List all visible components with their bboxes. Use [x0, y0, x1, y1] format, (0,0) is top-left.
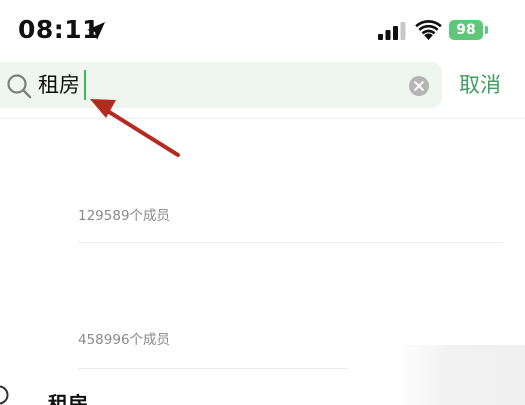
cellular-signal-icon — [378, 22, 406, 40]
result-title[interactable]: 租房 — [48, 388, 88, 405]
list-divider — [78, 368, 348, 369]
search-icon — [7, 74, 32, 99]
search-input[interactable]: 租房 — [38, 69, 80, 101]
battery-cap — [485, 26, 488, 34]
list-divider — [78, 242, 503, 243]
location-arrow-icon — [87, 22, 105, 40]
search-icon — [0, 385, 9, 405]
member-count: 458996个成员 — [78, 332, 171, 348]
status-bar: 08:11 98 — [0, 0, 525, 58]
battery-indicator: 98 — [449, 20, 489, 40]
cancel-button[interactable]: 取消 — [459, 68, 501, 102]
blurred-area — [395, 345, 525, 405]
search-box[interactable]: 租房 — [0, 62, 442, 108]
text-cursor — [84, 70, 86, 100]
search-divider — [0, 118, 525, 119]
battery-level: 98 — [456, 22, 476, 38]
member-count: 129589个成员 — [78, 208, 171, 224]
wifi-icon — [415, 20, 442, 40]
clear-circle-icon[interactable] — [409, 76, 429, 96]
